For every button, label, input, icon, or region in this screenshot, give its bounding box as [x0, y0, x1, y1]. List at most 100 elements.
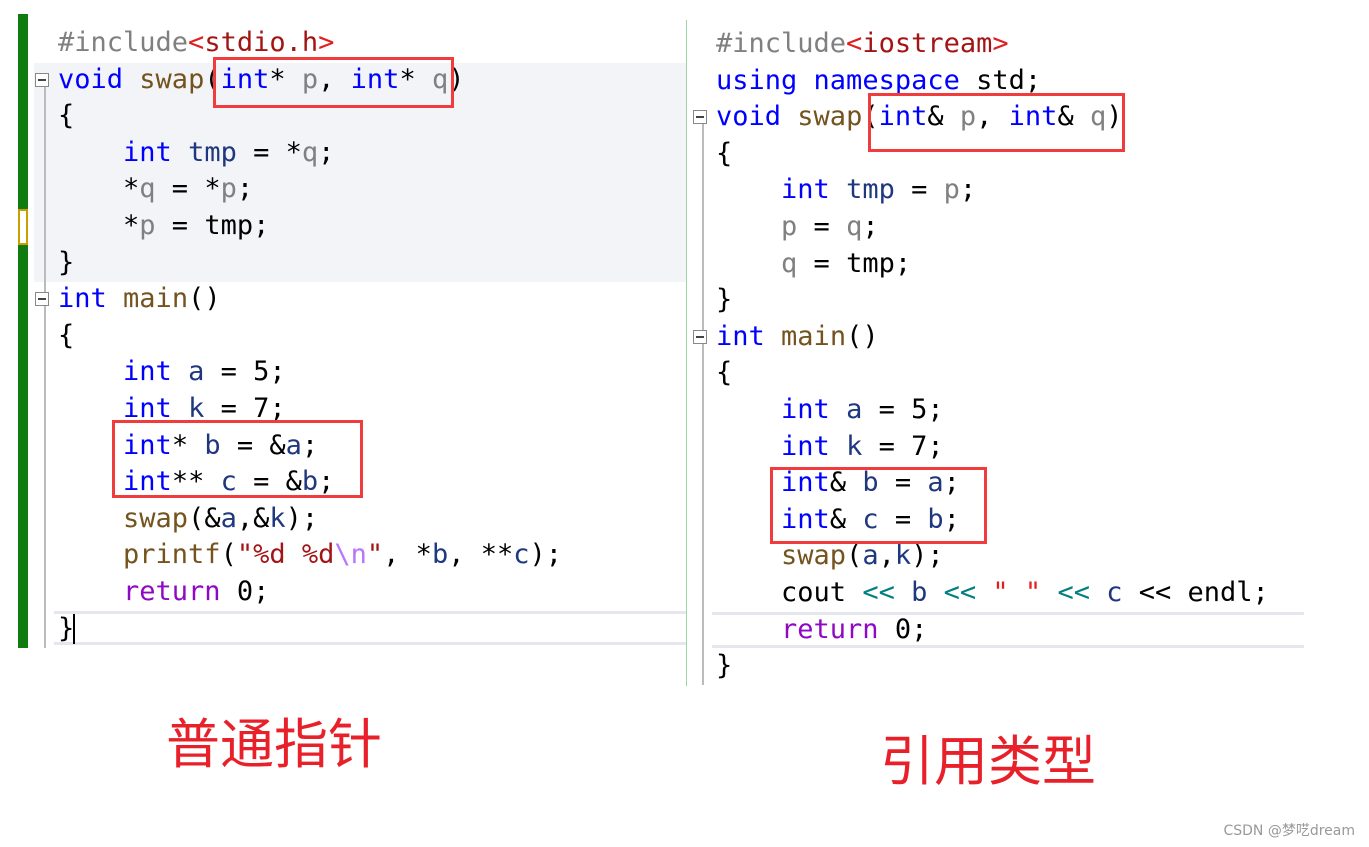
code-token: a: [846, 393, 863, 425]
code-token: tmp: [188, 136, 237, 168]
code-token: int: [781, 430, 830, 462]
code-line: *q = *p;: [58, 171, 562, 208]
code-token: q: [781, 247, 798, 279]
watermark: CSDN @梦呓dream: [1223, 823, 1355, 839]
highlight-box-pointer-params: [213, 57, 454, 108]
code-line: {: [716, 355, 1269, 392]
code-line: int tmp = p;: [716, 172, 1269, 209]
code-line: int a = 5;: [58, 354, 562, 391]
fold-toggle-main[interactable]: [35, 292, 49, 306]
code-token: a: [188, 356, 205, 388]
code-token: a: [862, 540, 879, 572]
code-token: <<: [862, 576, 895, 608]
code-token: a: [220, 502, 237, 534]
code-token: printf: [123, 539, 221, 571]
code-token: ;: [236, 173, 254, 205]
gutter-line: [702, 115, 704, 685]
code-line: return 0;: [58, 574, 562, 611]
code-token: void: [58, 63, 124, 95]
pane-divider: [686, 20, 687, 686]
code-token: " ": [992, 576, 1042, 608]
code-token: int: [123, 356, 172, 388]
code-token: c: [1106, 576, 1123, 608]
code-line: printf("%d %d\n", *b, **c);: [58, 537, 562, 574]
code-token: ": [366, 539, 384, 571]
code-token: iostream: [862, 28, 993, 59]
code-token: }: [716, 650, 733, 682]
code-token: (: [846, 540, 863, 572]
code-line: int k = 7;: [716, 429, 1269, 466]
code-token: #include: [58, 27, 189, 58]
code-token: q: [846, 210, 863, 242]
code-token: );: [285, 502, 319, 534]
code-token: {: [58, 100, 75, 132]
code-token: q: [139, 173, 156, 205]
code-token: int: [716, 320, 765, 352]
code-token: <: [846, 28, 863, 59]
code-token: int: [781, 393, 830, 425]
code-token: cout: [716, 576, 863, 608]
gutter-line: [44, 78, 46, 648]
code-line: }: [58, 245, 562, 282]
unsaved-change-marker: [18, 209, 28, 245]
highlight-box-pointer-decls: [112, 420, 363, 498]
code-token: = 5;: [862, 393, 944, 425]
code-line: q = tmp;: [716, 246, 1269, 283]
code-token: swap: [123, 502, 189, 534]
fold-toggle-main[interactable]: [693, 330, 707, 344]
code-token: return: [123, 575, 221, 607]
code-token: = 5;: [204, 356, 286, 388]
code-token: = tmp;: [155, 209, 270, 241]
code-token: = 7;: [862, 430, 944, 462]
code-line: }: [716, 282, 1269, 319]
code-token: b: [431, 539, 449, 571]
code-token: , **: [448, 539, 514, 571]
code-token: "%d %d: [236, 539, 335, 571]
code-token: b: [911, 576, 928, 608]
code-line: cout << b << " " << c << endl;: [716, 575, 1269, 612]
highlight-box-reference-decls: [770, 467, 987, 544]
code-line: *p = tmp;: [58, 208, 562, 245]
code-token: =: [894, 174, 944, 206]
code-token: *: [58, 173, 140, 205]
code-line: }: [716, 648, 1269, 685]
fold-toggle-swap[interactable]: [693, 110, 707, 124]
code-token: swap: [797, 101, 863, 133]
code-token: <: [188, 27, 205, 58]
code-token: p: [781, 210, 798, 242]
code-line: return 0;: [716, 612, 1269, 649]
code-token: void: [716, 101, 782, 133]
code-line: int main(): [58, 281, 562, 318]
code-token: main: [123, 283, 189, 315]
left-code-editor[interactable]: #include<stdio.h> void swap(int* p, int* …: [58, 25, 562, 647]
code-token: = tmp;: [797, 247, 912, 279]
code-token: 0;: [220, 575, 270, 607]
code-token: ;: [862, 210, 879, 242]
code-token: = *: [155, 173, 221, 205]
code-line: int a = 5;: [716, 392, 1269, 429]
fold-toggle-swap[interactable]: [35, 73, 49, 87]
code-token: return: [781, 613, 879, 645]
code-token: ,: [878, 540, 895, 572]
code-token: (&: [188, 502, 221, 534]
code-token: {: [716, 357, 733, 389]
code-token: swap: [139, 63, 205, 95]
code-token: k: [894, 540, 912, 572]
